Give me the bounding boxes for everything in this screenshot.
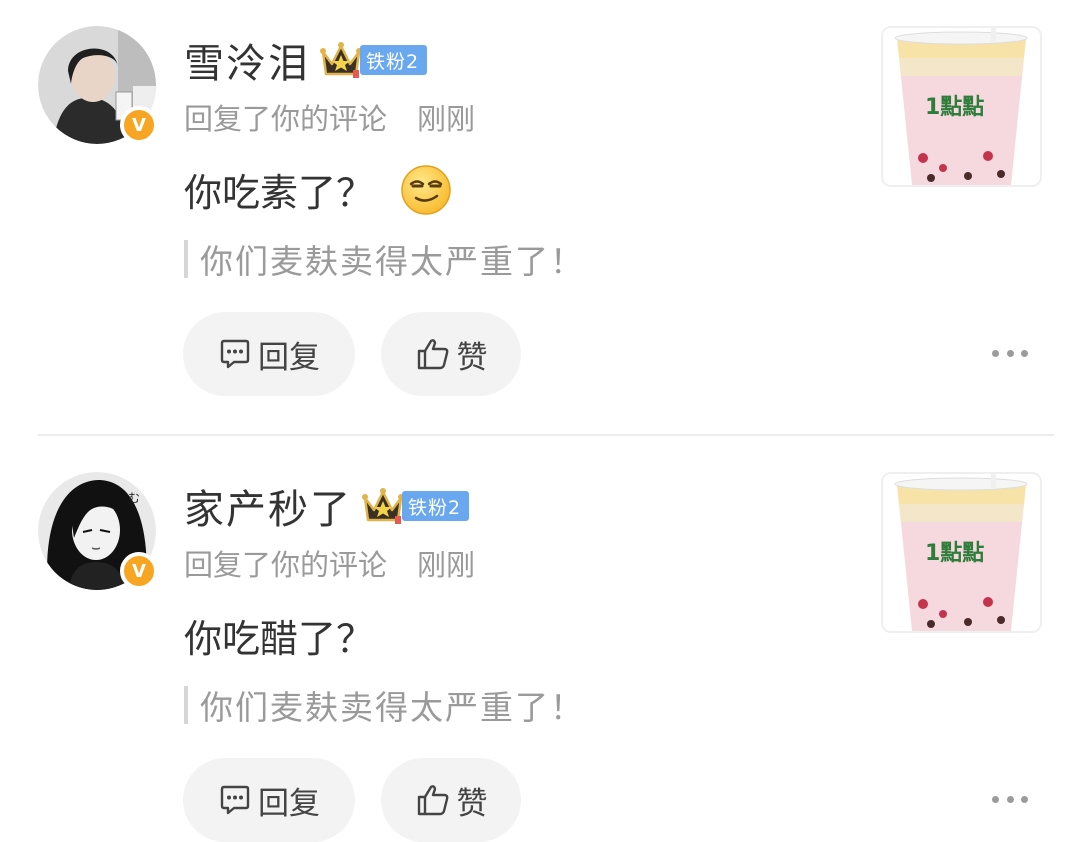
reply-button[interactable]: 回复	[183, 758, 355, 842]
comment-icon	[220, 785, 250, 815]
post-thumbnail[interactable]: 1點點	[881, 472, 1042, 633]
brand-logo: 1點點	[925, 541, 984, 566]
action-text: 回复了你的评论	[184, 548, 388, 582]
reply-label: 回复	[258, 785, 320, 822]
quoted-text: 你们麦麸卖得太严重了！	[200, 688, 585, 727]
timestamp: 刚刚	[417, 548, 476, 582]
reply-label: 回复	[258, 339, 320, 376]
post-thumbnail[interactable]: 1點點	[881, 26, 1042, 187]
crown-icon	[320, 42, 362, 78]
thumbs-up-icon	[417, 785, 448, 816]
comment-text: 你吃素了？	[184, 171, 375, 215]
meta-row: 回复了你的评论 刚刚	[184, 542, 475, 584]
quoted-comment[interactable]: 你们麦麸卖得太严重了！	[184, 237, 585, 281]
divider	[38, 434, 1054, 436]
svg-text:む: む	[128, 491, 140, 505]
meta-row: 回复了你的评论 刚刚	[184, 96, 475, 138]
like-label: 赞	[456, 339, 488, 376]
quoted-text: 你们麦麸卖得太严重了！	[200, 242, 585, 281]
timestamp: 刚刚	[417, 102, 476, 136]
thumbs-up-icon	[417, 339, 448, 370]
more-options-icon[interactable]	[992, 346, 1028, 360]
like-button[interactable]: 赞	[381, 758, 521, 842]
avatar[interactable]: む V	[38, 472, 158, 590]
name-row: 家产秒了 铁粉2	[184, 477, 470, 535]
brand-logo: 1點點	[925, 95, 984, 120]
smirk-face-icon	[401, 164, 451, 215]
comment-icon	[220, 339, 250, 369]
quoted-comment[interactable]: 你们麦麸卖得太严重了！	[184, 683, 585, 727]
notification-item[interactable]: む V 家产秒了 铁粉2 回复了你的评论 刚刚 你吃醋了？ 你们麦麸卖得太严重了…	[0, 446, 1080, 842]
verified-badge-icon: V	[120, 106, 158, 144]
reply-button[interactable]: 回复	[183, 312, 355, 396]
quote-bar	[184, 686, 188, 724]
notification-item[interactable]: V 雪泠泪 铁粉2 回复了你的评论 刚刚 你吃素了？ 你们麦麸卖得太严重了！ 回…	[0, 0, 1080, 420]
fan-badge: 铁粉2	[402, 491, 470, 521]
crown-icon	[362, 488, 404, 524]
username[interactable]: 家产秒了	[184, 477, 352, 535]
milk-tea-image: 1點點	[883, 474, 1040, 631]
comment-text: 你吃醋了？	[184, 617, 375, 661]
fan-badge: 铁粉2	[360, 45, 428, 75]
verified-badge-icon: V	[120, 552, 158, 590]
action-text: 回复了你的评论	[184, 102, 388, 136]
comment-content[interactable]: 你吃素了？	[184, 162, 452, 217]
avatar[interactable]: V	[38, 26, 158, 144]
milk-tea-image: 1點點	[883, 28, 1040, 185]
quote-bar	[184, 240, 188, 278]
like-button[interactable]: 赞	[381, 312, 521, 396]
comment-content[interactable]: 你吃醋了？	[184, 608, 374, 663]
name-row: 雪泠泪 铁粉2	[184, 31, 428, 89]
like-label: 赞	[456, 785, 488, 822]
more-options-icon[interactable]	[992, 792, 1028, 806]
username[interactable]: 雪泠泪	[184, 31, 310, 89]
